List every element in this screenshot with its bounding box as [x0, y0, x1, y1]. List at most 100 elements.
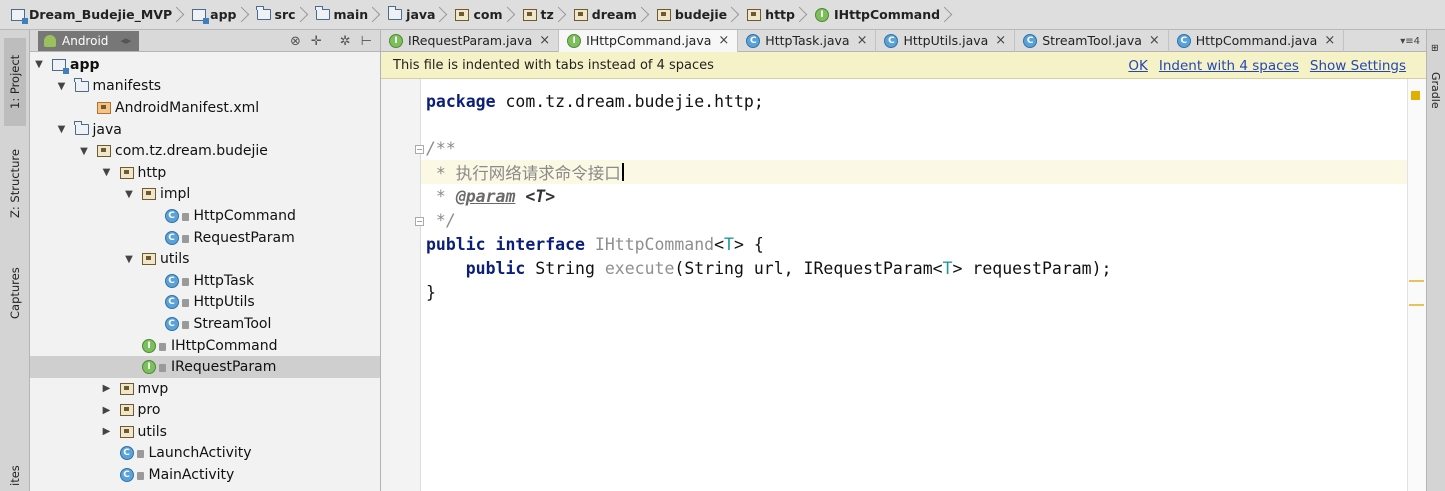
warning-mark[interactable] — [1409, 280, 1424, 282]
tree-row[interactable]: ▼ java — [30, 119, 380, 141]
tree-row[interactable]: ▶ utils — [30, 421, 380, 443]
tree-row[interactable]: ▶CHttpUtils — [30, 292, 380, 314]
tree-row[interactable]: ▶CStreamTool — [30, 313, 380, 335]
tabs-overflow[interactable]: ▾≡ 4 — [1400, 30, 1420, 52]
package-icon — [119, 404, 134, 417]
editor-tab[interactable]: C HttpUtils.java × — [876, 29, 1016, 52]
warning-mark[interactable] — [1409, 304, 1424, 306]
gradle-icon[interactable]: ⊞ — [1429, 44, 1439, 52]
tree-row[interactable]: ▶CRequestParam — [30, 227, 380, 249]
tree-row[interactable]: ▶IIRequestParam — [30, 356, 380, 378]
editor-tab-label: IHttpCommand.java — [586, 33, 712, 48]
code-area[interactable]: − − package com.tz.dream.budejie.http; /… — [381, 79, 1426, 491]
tree-row[interactable]: ▼ utils — [30, 248, 380, 270]
code-token: > { — [733, 234, 764, 254]
expand-arrow-icon[interactable]: ▼ — [32, 59, 46, 70]
editor-tab[interactable]: C HttpCommand.java × — [1169, 29, 1345, 52]
breadcrumb-item[interactable]: Dream_Budejie_MVP — [8, 4, 189, 26]
gear-icon[interactable]: ✲ — [340, 34, 351, 49]
code-token: public — [465, 258, 526, 278]
breadcrumb-item[interactable]: src — [254, 4, 313, 26]
breadcrumb-item[interactable]: app — [189, 4, 253, 26]
favorites-tool-tab[interactable]: ites — [4, 462, 26, 490]
expand-arrow-icon[interactable]: ▼ — [77, 146, 91, 157]
editor-tab[interactable]: I IRequestParam.java × — [381, 29, 560, 52]
error-stripe[interactable] — [1407, 79, 1426, 491]
breadcrumb-item[interactable]: dream — [571, 4, 654, 26]
interface-icon: I — [567, 33, 582, 48]
package-icon — [522, 8, 537, 21]
close-icon[interactable]: × — [995, 33, 1006, 48]
tree-row-label: java — [92, 121, 122, 138]
sync-icon[interactable]: ⊗ — [290, 34, 301, 49]
warning-indicator-icon[interactable] — [1411, 91, 1420, 100]
tree-row[interactable]: ▼ http — [30, 162, 380, 184]
tree-row[interactable]: ▼ app — [30, 54, 380, 76]
structure-tool-tab-label: Z: Structure — [8, 149, 22, 219]
fold-marker-icon[interactable]: − — [415, 145, 424, 154]
class-icon: C — [119, 468, 134, 483]
close-icon[interactable]: × — [857, 33, 868, 48]
breadcrumb-item[interactable]: java — [385, 4, 452, 26]
code-token: @param — [455, 186, 516, 206]
close-icon[interactable]: × — [1149, 33, 1160, 48]
tree-row[interactable]: ▼ impl — [30, 184, 380, 206]
tree-row[interactable]: ▶ pro — [30, 400, 380, 422]
collapse-arrow-icon[interactable]: ▶ — [100, 405, 114, 416]
code-token: com.tz.dream.budejie.http; — [495, 91, 764, 111]
view-mode-select[interactable]: Android ◂▸ — [38, 30, 140, 51]
project-icon — [11, 8, 28, 24]
expand-arrow-icon[interactable]: ▼ — [55, 81, 69, 92]
tree-row[interactable]: ▶CMainActivity — [30, 464, 380, 486]
collapse-arrow-icon[interactable]: ▶ — [100, 383, 114, 394]
project-tree: ▼app▼manifests▶AndroidManifest.xml▼java▼… — [30, 52, 380, 486]
captures-tool-tab[interactable]: Captures — [4, 252, 26, 334]
expand-arrow-icon[interactable]: ▼ — [55, 124, 69, 135]
structure-tool-tab[interactable]: Z: Structure — [4, 138, 26, 230]
breadcrumb-item[interactable]: tz — [520, 4, 571, 26]
breadcrumb-item[interactable]: http — [744, 4, 812, 26]
project-tool-tab[interactable]: 1: Project — [4, 38, 26, 126]
indent-with-spaces-link[interactable]: Indent with 4 spaces — [1159, 58, 1299, 74]
tree-row[interactable]: ▼ com.tz.dream.budejie — [30, 140, 380, 162]
breadcrumb-item[interactable]: main — [313, 4, 386, 26]
gradle-tool-tab[interactable]: Gradle — [1429, 72, 1442, 109]
tabs-overflow-icon: ▾≡ — [1400, 35, 1414, 47]
captures-tool-tab-label: Captures — [8, 267, 22, 319]
editor-tab-label: HttpTask.java — [765, 33, 850, 48]
tree-row[interactable]: ▶CHttpTask — [30, 270, 380, 292]
close-icon[interactable]: × — [718, 33, 729, 48]
tree-row[interactable]: ▶CHttpCommand — [30, 205, 380, 227]
code-token: /** — [426, 138, 456, 158]
indent-notice: This file is indented with tabs instead … — [381, 52, 1426, 79]
tree-row[interactable]: ▶CLaunchActivity — [30, 443, 380, 465]
breadcrumb-item[interactable]: I IHttpCommand — [812, 4, 957, 26]
close-icon[interactable]: × — [1324, 33, 1335, 48]
expand-arrow-icon[interactable]: ▼ — [100, 167, 114, 178]
tree-row-label: utils — [137, 423, 167, 440]
breadcrumb-separator-icon — [729, 4, 737, 26]
breadcrumb-separator-icon — [797, 4, 805, 26]
editor-tab[interactable]: C HttpTask.java × — [738, 29, 877, 52]
package-icon — [142, 253, 156, 266]
close-icon[interactable]: × — [539, 33, 550, 48]
editor-tab[interactable]: C StreamTool.java × — [1015, 29, 1169, 52]
hide-icon[interactable]: ⊢ — [361, 34, 372, 49]
breadcrumb-item[interactable]: budejie — [654, 4, 744, 26]
access-modifier-icon — [181, 299, 189, 308]
breadcrumb-item[interactable]: com — [452, 4, 519, 26]
show-settings-link[interactable]: Show Settings — [1310, 58, 1406, 74]
tree-row[interactable]: ▶AndroidManifest.xml — [30, 97, 380, 119]
breadcrumb-separator-icon — [639, 4, 647, 26]
tree-row[interactable]: ▼ manifests — [30, 76, 380, 98]
ok-link[interactable]: OK — [1128, 58, 1147, 74]
expand-arrow-icon[interactable]: ▼ — [122, 189, 136, 200]
tree-row-label: app — [70, 56, 100, 73]
expand-arrow-icon[interactable]: ▼ — [122, 254, 136, 265]
tree-row[interactable]: ▶ mvp — [30, 378, 380, 400]
scroll-from-source-icon[interactable]: ✛ — [311, 34, 322, 49]
editor-tab[interactable]: I IHttpCommand.java × — [559, 29, 739, 52]
collapse-arrow-icon[interactable]: ▶ — [100, 426, 114, 437]
tree-row[interactable]: ▶IIHttpCommand — [30, 335, 380, 357]
fold-marker-icon[interactable]: − — [415, 217, 424, 226]
